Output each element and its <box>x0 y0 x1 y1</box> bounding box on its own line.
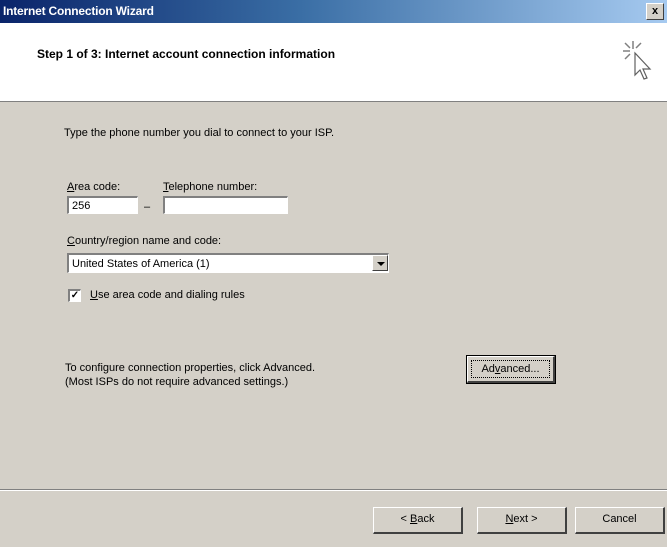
close-button[interactable]: x <box>646 3 664 20</box>
area-code-input[interactable] <box>67 196 138 214</box>
phone-separator: – <box>144 201 151 213</box>
dropdown-arrow-icon[interactable] <box>372 255 388 271</box>
wizard-header: Step 1 of 3: Internet account connection… <box>0 23 667 102</box>
instruction-text: Type the phone number you dial to connec… <box>64 127 335 139</box>
advanced-info-line1: To configure connection properties, clic… <box>65 362 316 374</box>
use-dialing-rules-checkbox[interactable]: ✓ <box>68 289 81 302</box>
use-dialing-rules-label[interactable]: Use area code and dialing rules <box>90 289 245 301</box>
window-title: Internet Connection Wizard <box>3 4 154 18</box>
telephone-input[interactable] <box>163 196 288 214</box>
advanced-info-line2: (Most ISPs do not require advanced setti… <box>65 376 289 388</box>
country-selected-value: United States of America (1) <box>72 258 210 270</box>
advanced-button[interactable]: Advanced... <box>466 355 556 384</box>
cancel-button[interactable]: Cancel <box>575 507 665 534</box>
telephone-label: Telephone number: <box>163 181 258 193</box>
area-code-label: Area code: <box>67 181 121 193</box>
country-select[interactable]: United States of America (1) <box>67 253 389 273</box>
title-bar[interactable]: Internet Connection Wizard x <box>0 0 667 23</box>
wizard-window: Internet Connection Wizard x Step 1 of 3… <box>0 0 667 547</box>
advanced-button-label: Advanced... <box>471 360 550 378</box>
footer-divider <box>0 489 667 491</box>
checkmark-icon: ✓ <box>70 290 80 301</box>
wizard-cursor-icon <box>623 41 652 80</box>
step-title: Step 1 of 3: Internet account connection… <box>37 47 336 61</box>
close-icon: x <box>651 5 659 17</box>
back-button[interactable]: < Back <box>373 507 463 534</box>
country-label: Country/region name and code: <box>67 235 222 247</box>
next-button[interactable]: Next > <box>477 507 567 534</box>
